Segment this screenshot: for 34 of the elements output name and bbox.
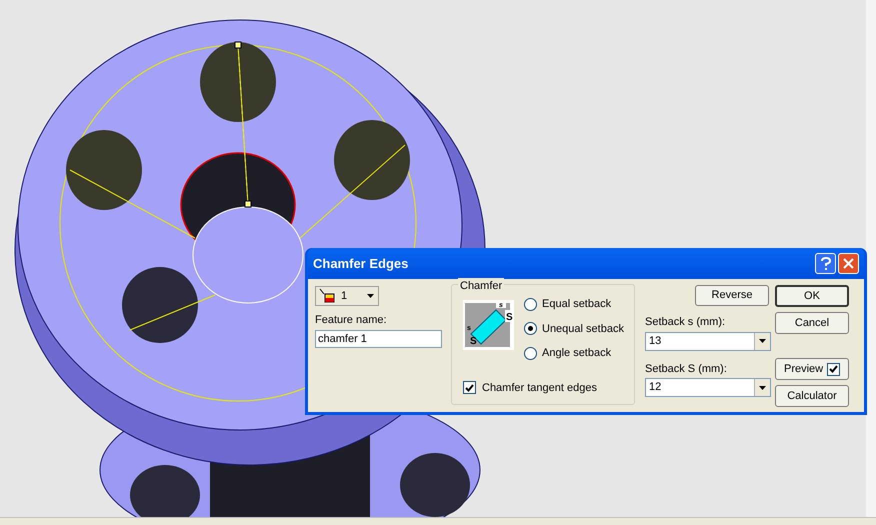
radio-label: Angle setback <box>542 346 612 361</box>
radio-label: Equal setback <box>542 297 612 312</box>
diagram-label: S <box>506 312 513 323</box>
checkmark-icon <box>465 384 474 392</box>
radio-button[interactable] <box>524 346 537 360</box>
checkbox[interactable] <box>463 381 476 394</box>
field-label: Setback s (mm): <box>645 315 726 330</box>
reverse-button[interactable]: Reverse <box>695 285 769 306</box>
setback-combo-box[interactable]: 13 <box>645 332 771 350</box>
field-label: Setback S (mm): <box>645 362 728 376</box>
dropdown-caret-icon <box>367 294 374 298</box>
feature-selector[interactable]: 1 <box>315 286 379 306</box>
checkmark-icon <box>829 365 838 373</box>
checkbox-label: Chamfer tangent edges <box>482 380 597 396</box>
setback-combo-box[interactable]: 12 <box>645 378 771 397</box>
preview-button[interactable]: Preview <box>775 358 849 380</box>
radio-button[interactable] <box>524 298 537 311</box>
dropdown-caret-icon <box>759 386 766 390</box>
window-title: Chamfer Edges <box>313 254 410 273</box>
cube-icon <box>319 288 337 304</box>
calculator-button[interactable]: Calculator <box>775 385 849 407</box>
field-label: Feature name: <box>315 313 388 328</box>
close-button[interactable] <box>838 253 859 274</box>
radio-label: Unequal setback <box>542 322 624 336</box>
dropdown-caret-icon <box>759 339 766 343</box>
radio-button[interactable] <box>524 322 537 336</box>
feature-name-field[interactable]: chamfer 1 <box>315 330 442 348</box>
checkbox[interactable] <box>827 362 840 376</box>
question-mark-icon <box>820 256 830 270</box>
diagram-label: S <box>470 336 477 347</box>
cancel-button[interactable]: Cancel <box>775 312 849 334</box>
ok-button[interactable]: OK <box>775 285 849 307</box>
close-icon <box>843 258 854 269</box>
help-button[interactable] <box>815 253 836 274</box>
